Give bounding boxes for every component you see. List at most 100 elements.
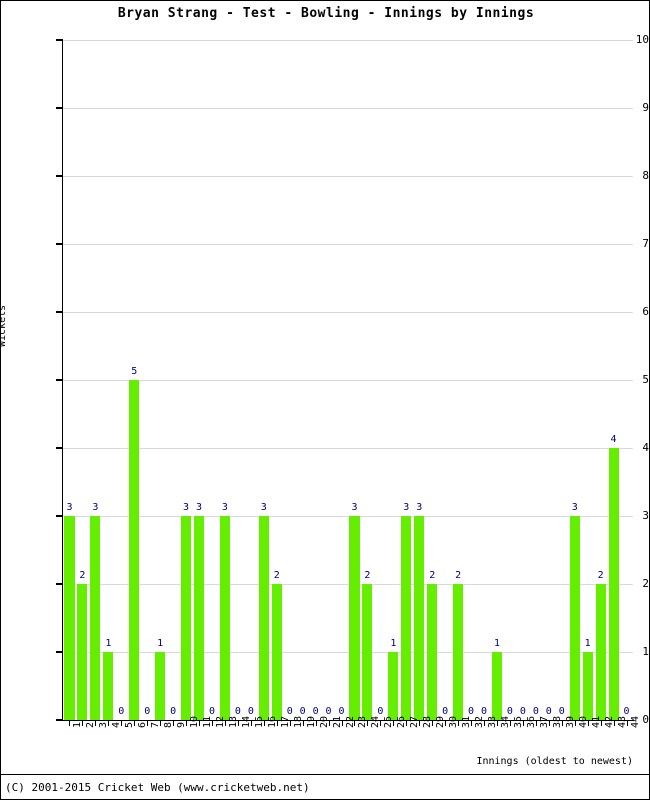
y-tick-mark (56, 243, 63, 245)
x-tick-mark (575, 721, 576, 726)
x-tick-mark (432, 721, 433, 726)
bar (569, 516, 580, 720)
gridline (63, 312, 633, 313)
bar-value-label: 2 (273, 570, 280, 581)
x-tick-mark (186, 721, 187, 726)
gridline (63, 176, 633, 177)
bar (64, 516, 75, 720)
bar (258, 516, 269, 720)
x-tick-mark (627, 721, 628, 726)
x-tick-mark (134, 721, 135, 726)
bar (388, 652, 399, 720)
y-tick-mark (56, 311, 63, 313)
x-tick-mark (588, 721, 589, 726)
gridline (63, 40, 633, 41)
y-tick-label: 10 (635, 33, 649, 46)
x-tick-mark (147, 721, 148, 726)
y-tick-mark (56, 719, 63, 721)
bar-value-label: 2 (429, 570, 436, 581)
y-tick-mark (56, 583, 63, 585)
y-tick-mark (56, 379, 63, 381)
x-tick-mark (199, 721, 200, 726)
x-tick-mark (419, 721, 420, 726)
bar (414, 516, 425, 720)
bar (582, 652, 593, 720)
bar-value-label: 3 (221, 502, 228, 513)
x-tick-mark (277, 721, 278, 726)
bar-value-label: 3 (260, 502, 267, 513)
x-tick-mark (562, 721, 563, 726)
x-tick-mark (82, 721, 83, 726)
bar-value-label: 2 (455, 570, 462, 581)
y-tick-mark (56, 175, 63, 177)
bar-value-label: 2 (364, 570, 371, 581)
x-tick-mark (173, 721, 174, 726)
bar (181, 516, 192, 720)
y-tick-label: 8 (642, 169, 649, 182)
bar (77, 584, 88, 720)
chart-page: Bryan Strang - Test - Bowling - Innings … (0, 0, 650, 800)
bar-value-label: 3 (351, 502, 358, 513)
y-tick-label: 2 (642, 577, 649, 590)
x-tick-mark (484, 721, 485, 726)
bar (193, 516, 205, 720)
y-tick-label: 1 (642, 645, 649, 658)
bar-value-label: 5 (131, 366, 138, 377)
bar (219, 516, 230, 720)
bar-value-label: 3 (571, 502, 578, 513)
x-tick-mark (445, 721, 446, 726)
y-axis-label: Wickets (0, 304, 8, 347)
x-tick-mark (264, 721, 265, 726)
y-tick-label: 9 (642, 101, 649, 114)
x-tick-mark (536, 721, 537, 726)
y-tick-label: 6 (642, 305, 649, 318)
x-tick-mark (406, 721, 407, 726)
gridline (63, 584, 633, 585)
x-tick-mark (108, 721, 109, 726)
x-tick-mark (95, 721, 96, 726)
x-tick-mark (510, 721, 511, 726)
x-tick-mark (290, 721, 291, 726)
x-tick-mark (238, 721, 239, 726)
x-tick-mark (303, 721, 304, 726)
x-tick-mark (212, 721, 213, 726)
bar-value-label: 3 (196, 502, 203, 513)
x-tick-mark (329, 721, 330, 726)
chart-title: Bryan Strang - Test - Bowling - Innings … (117, 6, 535, 21)
x-tick-mark (225, 721, 226, 726)
gridline (63, 652, 633, 653)
x-tick-mark (342, 721, 343, 726)
x-tick-mark (458, 721, 459, 726)
gridline (63, 108, 633, 109)
y-tick-mark (56, 39, 63, 41)
x-tick-mark (160, 721, 161, 726)
y-tick-mark (56, 107, 63, 109)
y-tick-mark (56, 515, 63, 517)
bar (271, 584, 282, 720)
x-tick-mark (316, 721, 317, 726)
y-tick-label: 3 (642, 509, 649, 522)
x-tick-mark (393, 721, 394, 726)
bar-value-label: 3 (416, 502, 423, 513)
gridline (63, 516, 633, 517)
x-tick-label: 44 (629, 715, 641, 728)
bar (453, 584, 464, 720)
gridline (63, 380, 633, 381)
x-tick-mark (549, 721, 550, 726)
x-tick-mark (523, 721, 524, 726)
y-tick-label: 7 (642, 237, 649, 250)
bar (427, 584, 438, 720)
x-axis-label: Innings (oldest to newest) (476, 756, 633, 767)
bar-value-label: 1 (105, 638, 112, 649)
bar (349, 516, 360, 720)
y-tick-label: 4 (642, 441, 649, 454)
bar-value-label: 1 (157, 638, 164, 649)
bar-value-label: 3 (92, 502, 99, 513)
bar (401, 516, 412, 720)
bar-value-label: 3 (66, 502, 73, 513)
y-tick-label: 5 (642, 373, 649, 386)
gridline (63, 244, 633, 245)
bar (129, 380, 140, 720)
x-tick-mark (251, 721, 252, 726)
x-tick-mark (121, 721, 122, 726)
